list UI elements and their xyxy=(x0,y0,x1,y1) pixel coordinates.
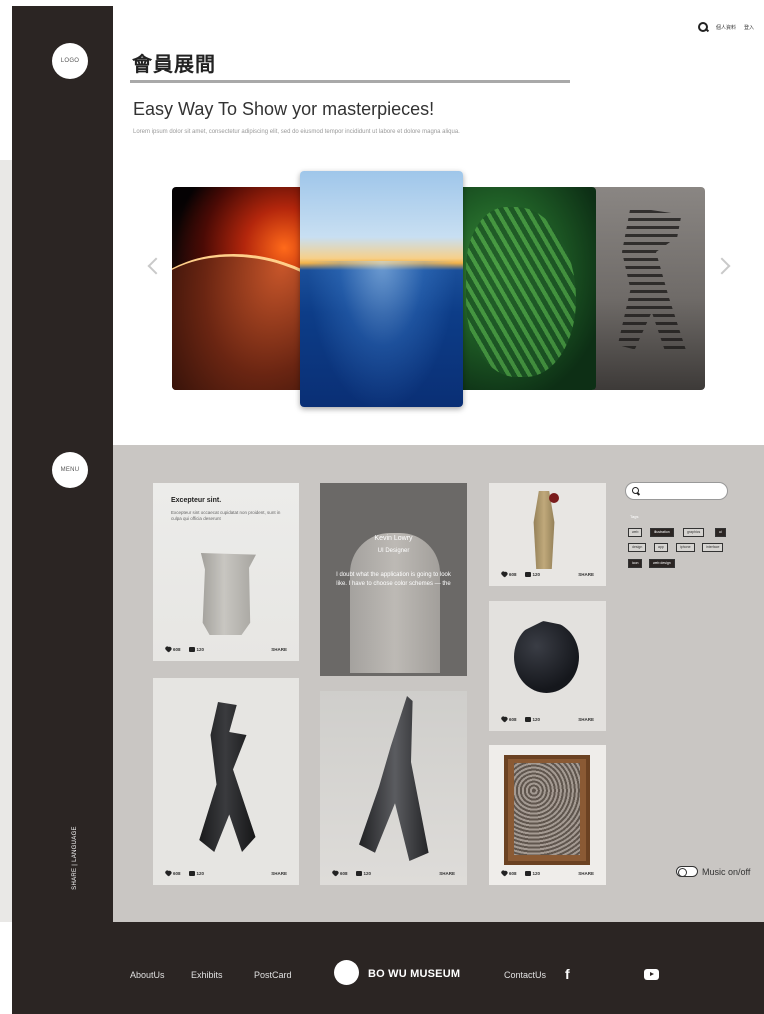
footer-link-contact[interactable]: ContactUs xyxy=(504,970,546,980)
page: LOGO MENU SHARE | LANGUAGE 個人資料 登入 會員展間 … xyxy=(0,0,764,1014)
like-button[interactable]: 608 xyxy=(501,572,517,577)
tag-web-design[interactable]: web design xyxy=(649,559,675,568)
card-footer: 608 120 SHARE xyxy=(320,867,467,879)
comment-button[interactable]: 120 xyxy=(188,870,204,876)
designer-name: Kevin Lowry xyxy=(374,535,413,542)
share-button[interactable]: SHARE xyxy=(271,647,287,652)
gallery-card-black-vessel[interactable]: 608 120 SHARE xyxy=(489,601,606,731)
gallery-card-abstract-sculpture[interactable]: 608 120 SHARE xyxy=(320,691,467,885)
tag-icon[interactable]: icon xyxy=(628,559,643,568)
like-button[interactable]: 608 xyxy=(332,871,348,876)
gallery-card-pitcher[interactable]: Excepteur sint. Excepteur sint occaecat … xyxy=(153,483,299,661)
card-footer: 608 120 SHARE xyxy=(489,568,606,580)
toggle-switch-icon[interactable] xyxy=(676,866,698,877)
share-button[interactable]: SHARE xyxy=(578,572,594,577)
comment-icon xyxy=(524,870,531,876)
carousel-prev-arrow-icon[interactable] xyxy=(147,257,165,275)
designer-quote: I doubt what the application is going to… xyxy=(336,572,451,587)
tag-graphics[interactable]: graphics xyxy=(683,528,705,537)
like-button[interactable]: 608 xyxy=(165,871,181,876)
card-footer: 608 120 SHARE xyxy=(489,713,606,725)
login-link[interactable]: 登入 xyxy=(744,24,754,31)
heart-icon xyxy=(165,871,171,876)
card-footer: 608 120 SHARE xyxy=(153,643,299,655)
tag-interface[interactable]: interface xyxy=(702,543,724,552)
tag-app[interactable]: app xyxy=(654,543,668,552)
share-button[interactable]: SHARE xyxy=(271,871,287,876)
youtube-icon[interactable] xyxy=(644,969,659,980)
gallery-card-abstract-figure[interactable]: 608 120 SHARE xyxy=(153,678,299,885)
gallery-card-wheels-box[interactable]: 608 120 SHARE xyxy=(489,745,606,885)
card-footer: 608 120 SHARE xyxy=(153,867,299,879)
outer-margin-lower xyxy=(0,160,12,922)
comment-icon xyxy=(355,870,362,876)
footer-link-about[interactable]: AboutUs xyxy=(130,970,165,980)
music-label: Music on/off xyxy=(702,866,751,877)
title-divider xyxy=(130,80,570,83)
comment-button[interactable]: 120 xyxy=(188,646,204,652)
share-button[interactable]: SHARE xyxy=(578,871,594,876)
share-button[interactable]: SHARE xyxy=(439,871,455,876)
card-title: Excepteur sint. xyxy=(171,497,222,504)
tag-design[interactable]: design xyxy=(628,543,647,552)
music-toggle[interactable]: Music on/off xyxy=(676,866,750,877)
comment-button[interactable]: 120 xyxy=(524,870,540,876)
like-button[interactable]: 608 xyxy=(501,871,517,876)
tag-web[interactable]: web xyxy=(628,528,643,537)
share-language-link[interactable]: SHARE | LANGUAGE xyxy=(72,826,78,890)
member-profile-link[interactable]: 個人資料 xyxy=(716,24,736,31)
heart-icon xyxy=(501,717,507,722)
comment-icon xyxy=(524,571,531,577)
carousel-slide-space[interactable] xyxy=(172,187,304,390)
logo-button[interactable]: LOGO xyxy=(52,43,88,79)
comment-button[interactable]: 120 xyxy=(524,571,540,577)
heart-icon xyxy=(501,871,507,876)
footer: AboutUs Exhibits PostCard BO WU MUSEUM C… xyxy=(12,922,764,1014)
like-button[interactable]: 608 xyxy=(501,717,517,722)
sidebar: LOGO MENU SHARE | LANGUAGE xyxy=(12,6,113,922)
heart-icon xyxy=(165,647,171,652)
tag-illustration[interactable]: illustration xyxy=(650,528,674,537)
carousel-next-arrow-icon[interactable] xyxy=(713,257,731,275)
comment-icon xyxy=(188,646,195,652)
card-footer: 608 120 SHARE xyxy=(489,867,606,879)
carousel-slide-fern[interactable] xyxy=(456,187,596,390)
carousel-slide-ocean-active[interactable] xyxy=(300,171,463,407)
search-icon[interactable] xyxy=(697,22,708,32)
facebook-icon[interactable]: f xyxy=(565,966,570,982)
gallery-card-designer[interactable]: Kevin Lowry UI Designer I doubt what the… xyxy=(320,483,467,676)
designer-role: UI Designer xyxy=(377,548,410,554)
pitcher-image xyxy=(200,553,256,635)
comment-icon xyxy=(524,716,531,722)
footer-logo[interactable] xyxy=(334,960,359,985)
comment-button[interactable]: 120 xyxy=(355,870,371,876)
footer-link-exhibits[interactable]: Exhibits xyxy=(191,970,223,980)
like-button[interactable]: 608 xyxy=(165,647,181,652)
share-button[interactable]: SHARE xyxy=(578,717,594,722)
footer-brand: BO WU MUSEUM xyxy=(368,968,461,980)
tag-iphone[interactable]: iphone xyxy=(676,543,695,552)
comment-button[interactable]: 120 xyxy=(524,716,540,722)
search-icon xyxy=(632,487,640,495)
gallery-card-bird-sculpture[interactable]: 608 120 SHARE xyxy=(489,483,606,586)
footer-link-postcard[interactable]: PostCard xyxy=(254,970,292,980)
comment-icon xyxy=(188,870,195,876)
gallery-search-input[interactable] xyxy=(625,482,728,500)
tagline: Easy Way To Show yor masterpieces! xyxy=(133,99,435,119)
menu-button[interactable]: MENU xyxy=(52,452,88,488)
tags-label: Tags xyxy=(630,514,639,519)
top-actions: 個人資料 登入 xyxy=(697,22,754,32)
card-text: Excepteur sint occaecat cupidatat non pr… xyxy=(171,510,281,521)
heart-icon xyxy=(332,871,338,876)
page-title: 會員展間 xyxy=(132,54,216,76)
tag-ui[interactable]: ui xyxy=(715,528,726,537)
heart-icon xyxy=(501,572,507,577)
intro-text: Lorem ipsum dolor sit amet, consectetur … xyxy=(133,129,460,135)
carousel-slide-dinosaur[interactable] xyxy=(590,187,705,390)
